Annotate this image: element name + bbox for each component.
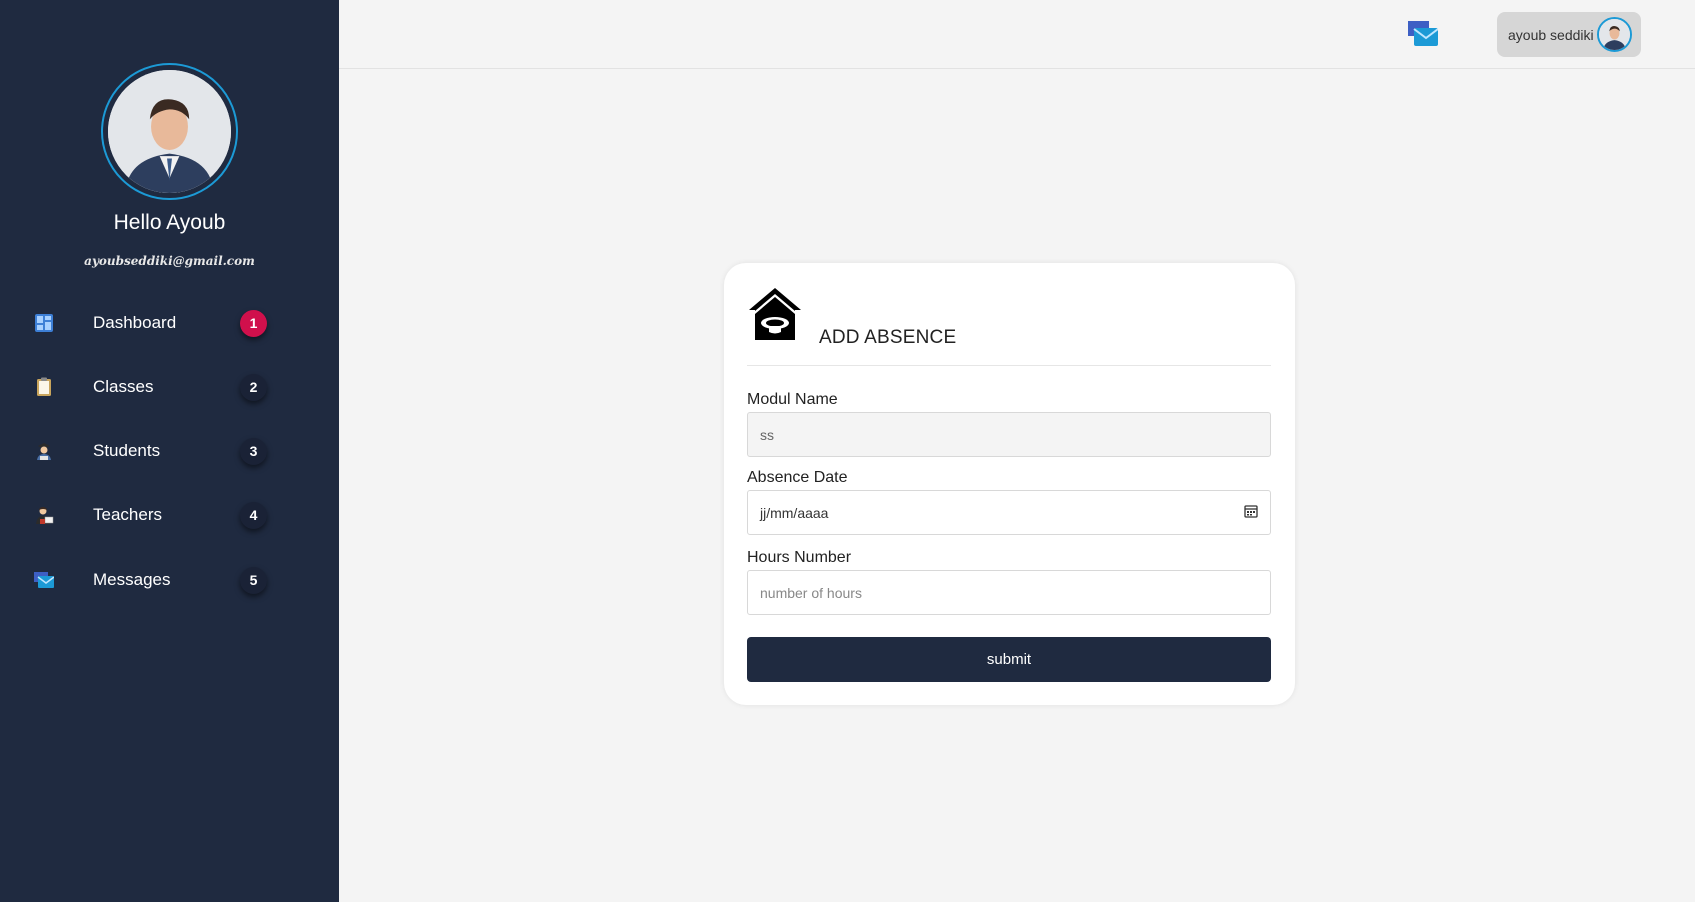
form-title: ADD ABSENCE — [819, 327, 957, 348]
notification-badge: 3 — [240, 437, 267, 465]
sidebar-item-label: Dashboard — [93, 313, 177, 332]
absence-date-label: Absence Date — [747, 469, 848, 486]
notification-badge: 4 — [240, 501, 267, 529]
clipboard-icon — [33, 376, 55, 398]
sidebar-item-students[interactable]: Students 3 — [0, 426, 339, 476]
sidebar-item-teachers[interactable]: Teachers 4 — [0, 490, 339, 540]
submit-button[interactable]: submit — [747, 637, 1271, 682]
divider — [747, 365, 1271, 366]
notification-badge: 2 — [240, 373, 267, 401]
sidebar-item-label: Teachers — [93, 505, 162, 524]
sidebar-item-label: Classes — [93, 377, 154, 396]
sidebar-item-messages[interactable]: Messages 5 — [0, 555, 339, 605]
user-email: ayoubseddiki@gmail.com — [84, 254, 255, 268]
date-placeholder: jj/mm/aaaa — [760, 504, 829, 521]
sidebar: Hello Ayoub ayoubseddiki@gmail.com Dashb… — [0, 0, 339, 902]
sidebar-item-dashboard[interactable]: Dashboard 1 — [0, 298, 339, 348]
module-name-input[interactable] — [747, 412, 1271, 457]
sidebar-item-classes[interactable]: Classes 2 — [0, 362, 339, 412]
notification-badge: 5 — [240, 566, 267, 594]
teacher-icon — [33, 504, 55, 526]
dashboard-icon — [33, 312, 55, 334]
absence-date-input[interactable]: jj/mm/aaaa — [747, 490, 1271, 535]
add-absence-card: ADD ABSENCE Modul Name Absence Date jj/m… — [724, 263, 1295, 705]
student-icon — [33, 440, 55, 462]
mail-icon — [33, 569, 55, 591]
profile-avatar-ring — [101, 63, 238, 200]
profile-avatar — [108, 70, 231, 193]
hours-number-label: Hours Number — [747, 549, 852, 566]
hours-number-input[interactable] — [747, 570, 1271, 615]
notification-badge: 1 — [240, 309, 267, 337]
calendar-icon[interactable] — [1244, 504, 1258, 521]
greeting-text: Hello Ayoub — [113, 211, 226, 234]
topbar — [339, 0, 1695, 69]
user-name: ayoub seddiki — [1508, 26, 1594, 43]
user-menu[interactable]: ayoub seddiki — [1497, 12, 1641, 57]
user-avatar — [1597, 17, 1632, 52]
sidebar-item-label: Students — [93, 441, 161, 460]
module-name-label: Modul Name — [747, 391, 838, 408]
sidebar-item-label: Messages — [93, 570, 171, 589]
mail-icon[interactable] — [1408, 20, 1439, 48]
school-icon — [747, 286, 803, 342]
